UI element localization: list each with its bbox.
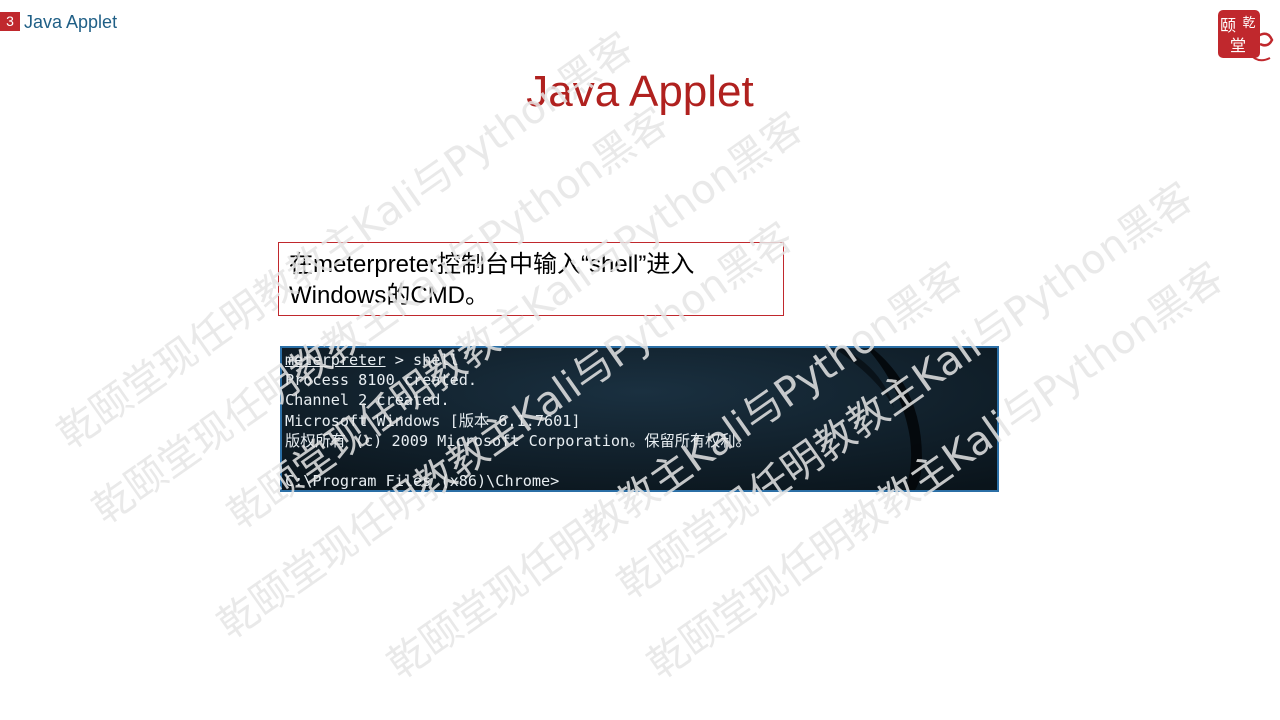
slide: 3 Java Applet 颐 乾 堂 Java Applet 在meterpr… xyxy=(0,0,1280,720)
slide-number-badge: 3 xyxy=(0,12,20,31)
section-title: Java Applet xyxy=(24,12,118,32)
terminal-line: 版权所有 (c) 2009 Microsoft Corporation。保留所有… xyxy=(285,431,751,450)
terminal-command: > shell xyxy=(385,351,459,369)
meterpreter-prompt: meterpreter xyxy=(285,351,386,369)
terminal-output: meterpreter > shell Process 8100 created… xyxy=(285,350,751,491)
logo-char-2: 乾 xyxy=(1242,16,1255,31)
terminal-line: Process 8100 created. xyxy=(285,371,478,390)
slide-title: Java Applet xyxy=(526,67,754,116)
terminal-line: Microsoft Windows [版本 6.1.7601] xyxy=(285,411,581,430)
instruction-callout: 在meterpreter控制台中输入“shell”进入 Windows的CMD。 xyxy=(278,242,784,316)
terminal-screenshot: meterpreter > shell Process 8100 created… xyxy=(280,346,999,492)
logo-char-1: 颐 xyxy=(1220,16,1236,35)
terminal-line: C:\Program Files (x86)\Chrome> xyxy=(285,472,560,491)
callout-line-2: Windows的CMD。 xyxy=(289,282,490,309)
terminal-line-prompt: meterpreter > shell xyxy=(285,350,751,370)
callout-line-1: 在meterpreter控制台中输入“shell”进入 xyxy=(289,251,695,278)
terminal-line: Channel 2 created. xyxy=(285,391,450,410)
seal-logo: 颐 乾 堂 xyxy=(1218,10,1274,62)
logo-char-3: 堂 xyxy=(1230,36,1246,55)
